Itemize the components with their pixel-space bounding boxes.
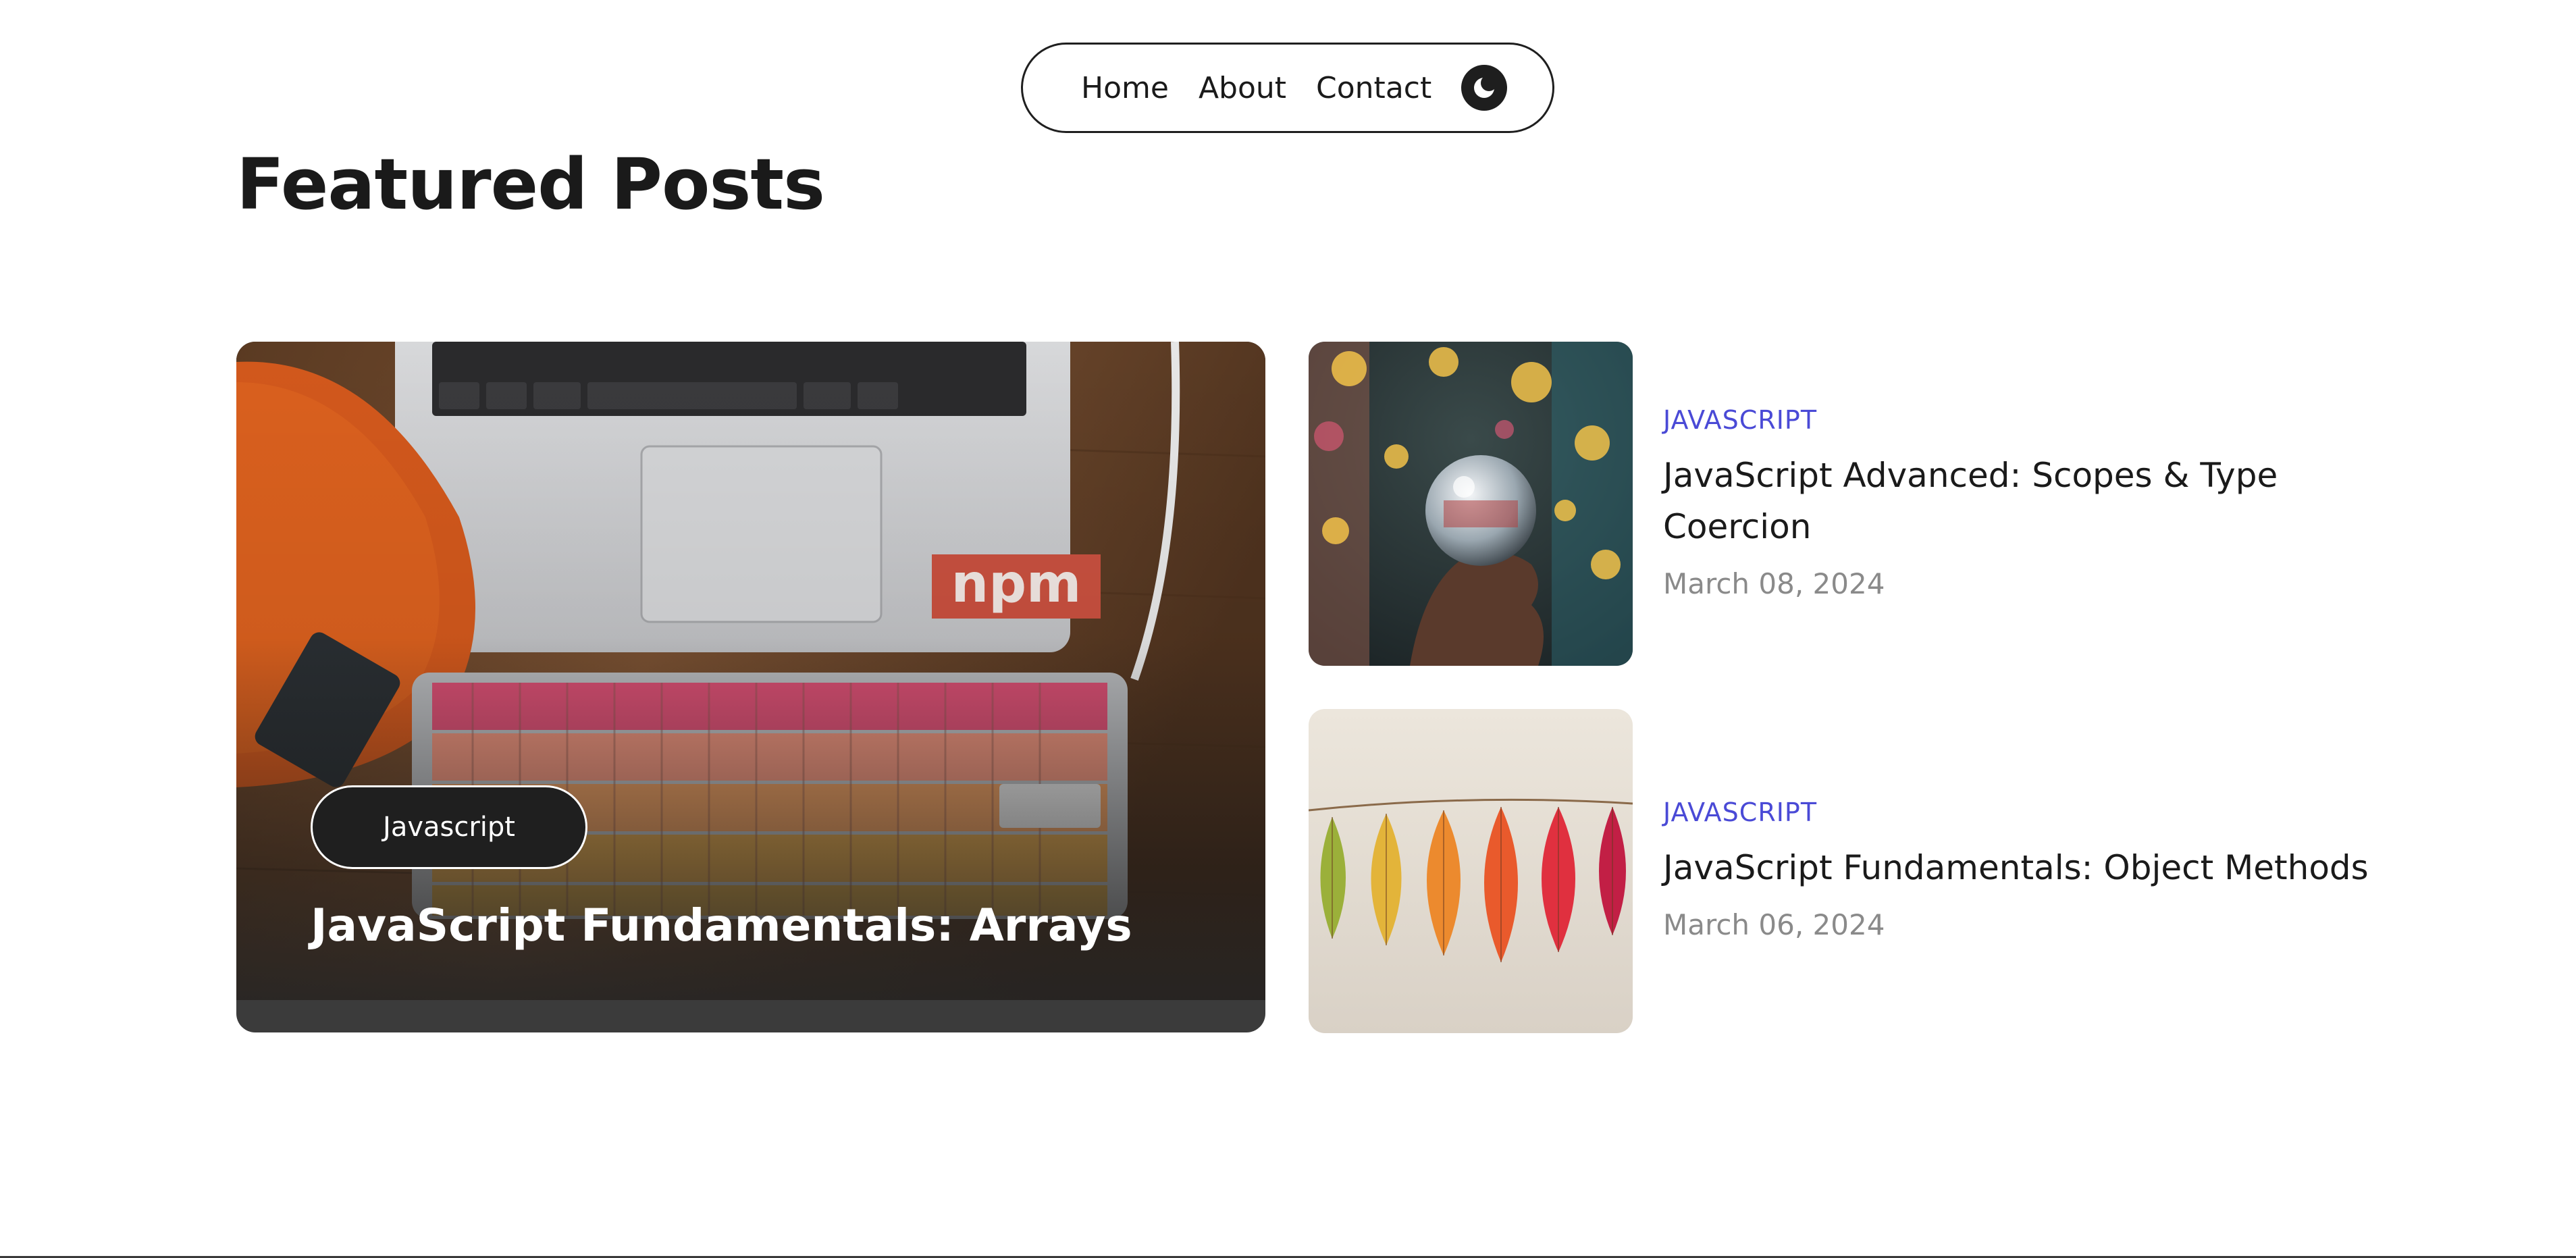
nav-home-link[interactable]: Home: [1081, 71, 1169, 105]
post-text: JAVASCRIPT JavaScript Fundamentals: Obje…: [1663, 797, 2389, 941]
crystal-ball-image: [1309, 342, 1633, 666]
nav-about-link[interactable]: About: [1199, 71, 1286, 105]
featured-post-title[interactable]: JavaScript Fundamentals: Arrays: [311, 899, 1132, 951]
theme-toggle-button[interactable]: [1461, 65, 1508, 111]
page-title: Featured Posts: [236, 143, 825, 226]
featured-post-card[interactable]: npm: [236, 342, 1265, 1032]
post-title[interactable]: JavaScript Fundamentals: Object Methods: [1663, 842, 2389, 893]
moon-icon: [1474, 75, 1498, 98]
post-thumbnail[interactable]: [1309, 709, 1633, 1033]
post-date: March 08, 2024: [1663, 567, 1885, 600]
post-card[interactable]: JAVASCRIPT JavaScript Fundamentals: Obje…: [1309, 709, 2389, 1033]
nav-contact-link[interactable]: Contact: [1316, 71, 1431, 105]
post-card[interactable]: JAVASCRIPT JavaScript Advanced: Scopes &…: [1309, 342, 2389, 666]
post-category[interactable]: JAVASCRIPT: [1663, 405, 2389, 435]
post-date: March 06, 2024: [1663, 908, 1885, 941]
page: Home About Contact Featured Posts Javasc…: [0, 0, 2576, 1258]
featured-category-badge[interactable]: Javascript: [311, 785, 587, 869]
autumn-leaves-image: [1309, 709, 1633, 1033]
main-nav: Home About Contact: [1021, 43, 1554, 133]
post-category[interactable]: JAVASCRIPT: [1663, 797, 2389, 827]
post-title[interactable]: JavaScript Advanced: Scopes & Type Coerc…: [1663, 450, 2311, 552]
post-thumbnail[interactable]: [1309, 342, 1633, 666]
post-text: JAVASCRIPT JavaScript Advanced: Scopes &…: [1663, 405, 2389, 600]
